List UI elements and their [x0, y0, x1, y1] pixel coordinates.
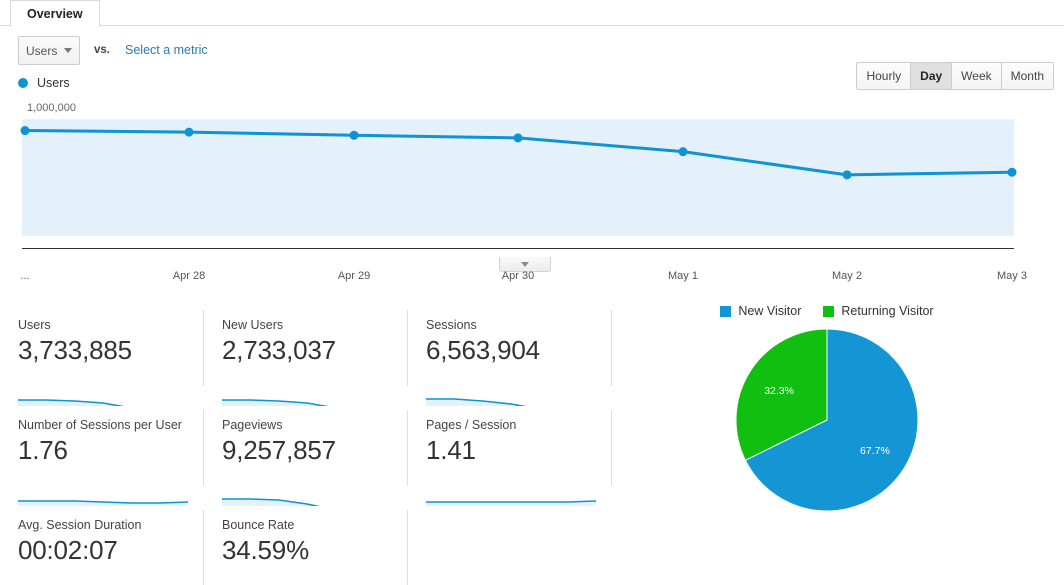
metric-card-sessions-per-user[interactable]: Number of Sessions per User 1.76 [18, 404, 204, 506]
metric-card-placeholder [426, 504, 590, 585]
metric-card-value: 1.76 [18, 435, 68, 465]
period-month-button[interactable]: Month [1001, 63, 1053, 89]
metric-card-sparkline [222, 570, 392, 585]
vs-label: vs. [94, 44, 110, 56]
metric-card-avg-session-duration[interactable]: Avg. Session Duration 00:02:07 [18, 504, 204, 585]
x-tick-1: Apr 28 [172, 270, 206, 282]
tab-bar: Overview [0, 0, 1064, 27]
x-tick-0: ... [20, 270, 30, 282]
legend-swatch-icon [720, 305, 732, 317]
metric-card-value: 6,563,904 [426, 335, 540, 365]
chevron-down-icon [521, 261, 529, 267]
pie-legend-label: New Visitor [738, 304, 802, 318]
pie-slice-label-new-visitor: 67.7% [860, 445, 890, 457]
tab-overview-label: Overview [27, 6, 83, 21]
metric-select[interactable]: Users [18, 36, 80, 65]
pie-legend-item-new-visitor[interactable]: New Visitor [720, 304, 801, 318]
x-tick-4: May 1 [668, 270, 698, 282]
legend-dot-icon [18, 78, 28, 88]
metric-card-value: 00:02:07 [18, 535, 118, 565]
metric-card-bounce-rate[interactable]: Bounce Rate 34.59% [222, 504, 408, 585]
line-chart-point[interactable] [842, 170, 852, 180]
legend-swatch-icon [823, 305, 835, 317]
x-axis-rule [22, 248, 1014, 249]
line-chart-point[interactable] [513, 133, 523, 143]
metric-card-sparkline [222, 399, 392, 406]
chevron-down-icon [64, 48, 72, 53]
metric-select-value: Users [26, 43, 58, 58]
metric-card-sessions[interactable]: Sessions 6,563,904 [426, 304, 612, 406]
metric-card-title: Pageviews [222, 418, 283, 432]
pie-legend-item-returning-visitor[interactable]: Returning Visitor [823, 304, 934, 318]
summary-panel: Users 3,733,885 New Users 2,733,037 Sess… [0, 304, 1064, 585]
metric-card-row: Avg. Session Duration 00:02:07 Bounce Ra… [0, 504, 590, 585]
line-chart-point[interactable] [1007, 167, 1017, 177]
metric-card-pageviews[interactable]: Pageviews 9,257,857 [222, 404, 408, 506]
tab-overview[interactable]: Overview [10, 0, 100, 27]
metric-card-title: New Users [222, 318, 284, 332]
period-week-button[interactable]: Week [952, 63, 1002, 89]
metric-card-title: Bounce Rate [222, 518, 295, 532]
metric-card-pages-per-session[interactable]: Pages / Session 1.41 [426, 404, 612, 506]
metric-card-sparkline [18, 399, 188, 406]
metric-card-value: 34.59% [222, 535, 309, 565]
metric-cards: Users 3,733,885 New Users 2,733,037 Sess… [0, 304, 612, 585]
period-hourly-button[interactable]: Hourly [857, 63, 912, 89]
period-day-button[interactable]: Day [911, 63, 953, 89]
x-tick-2: Apr 29 [337, 270, 371, 282]
metric-card-title: Avg. Session Duration [18, 518, 142, 532]
line-chart[interactable]: 1,000,000 500,000 [0, 98, 1064, 258]
metric-card-value: 2,733,037 [222, 335, 336, 365]
metric-card-sparkline [18, 570, 188, 585]
pie-svg[interactable]: 67.7% 32.3% [727, 328, 927, 528]
metric-card-new-users[interactable]: New Users 2,733,037 [222, 304, 408, 406]
metric-card-title: Pages / Session [426, 418, 517, 432]
x-axis: ... Apr 28 Apr 29 Apr 30 May 1 May 2 May… [0, 270, 1064, 288]
visitor-type-pie-chart: New Visitor Returning Visitor 67.7% 32.3… [590, 304, 1064, 585]
x-tick-5: May 2 [832, 270, 862, 282]
pie-slice-label-returning-visitor: 32.3% [764, 385, 794, 397]
line-chart-point[interactable] [678, 147, 688, 157]
line-chart-point[interactable] [349, 130, 359, 140]
metric-card-sparkline [18, 500, 188, 506]
legend-label-users: Users [37, 76, 70, 90]
pie-legend: New Visitor Returning Visitor [720, 304, 934, 318]
line-chart-svg [20, 119, 1017, 236]
metric-card-title: Users [18, 318, 51, 332]
select-a-metric-link[interactable]: Select a metric [125, 43, 208, 57]
metric-card-value: 9,257,857 [222, 435, 336, 465]
line-chart-point[interactable] [20, 126, 30, 136]
metric-card-users[interactable]: Users 3,733,885 [18, 304, 204, 406]
metric-card-row: Users 3,733,885 New Users 2,733,037 Sess… [0, 304, 612, 406]
line-chart-point[interactable] [184, 127, 194, 137]
metric-card-row: Number of Sessions per User 1.76 Pagevie… [0, 404, 612, 506]
pie-legend-label: Returning Visitor [841, 304, 934, 318]
x-tick-3: Apr 30 [501, 270, 535, 282]
metric-card-sparkline [426, 500, 596, 506]
period-toggle-group: Hourly Day Week Month [856, 62, 1054, 90]
metric-card-sparkline [222, 498, 392, 506]
metric-card-title: Number of Sessions per User [18, 418, 182, 432]
chart-toolbar: Users vs. Select a metric Hourly Day Wee… [0, 26, 1064, 90]
metric-card-sparkline [426, 398, 596, 406]
metric-card-value: 3,733,885 [18, 335, 132, 365]
metric-card-title: Sessions [426, 318, 477, 332]
metric-card-value: 1.41 [426, 435, 476, 465]
x-tick-6: May 3 [997, 270, 1027, 282]
